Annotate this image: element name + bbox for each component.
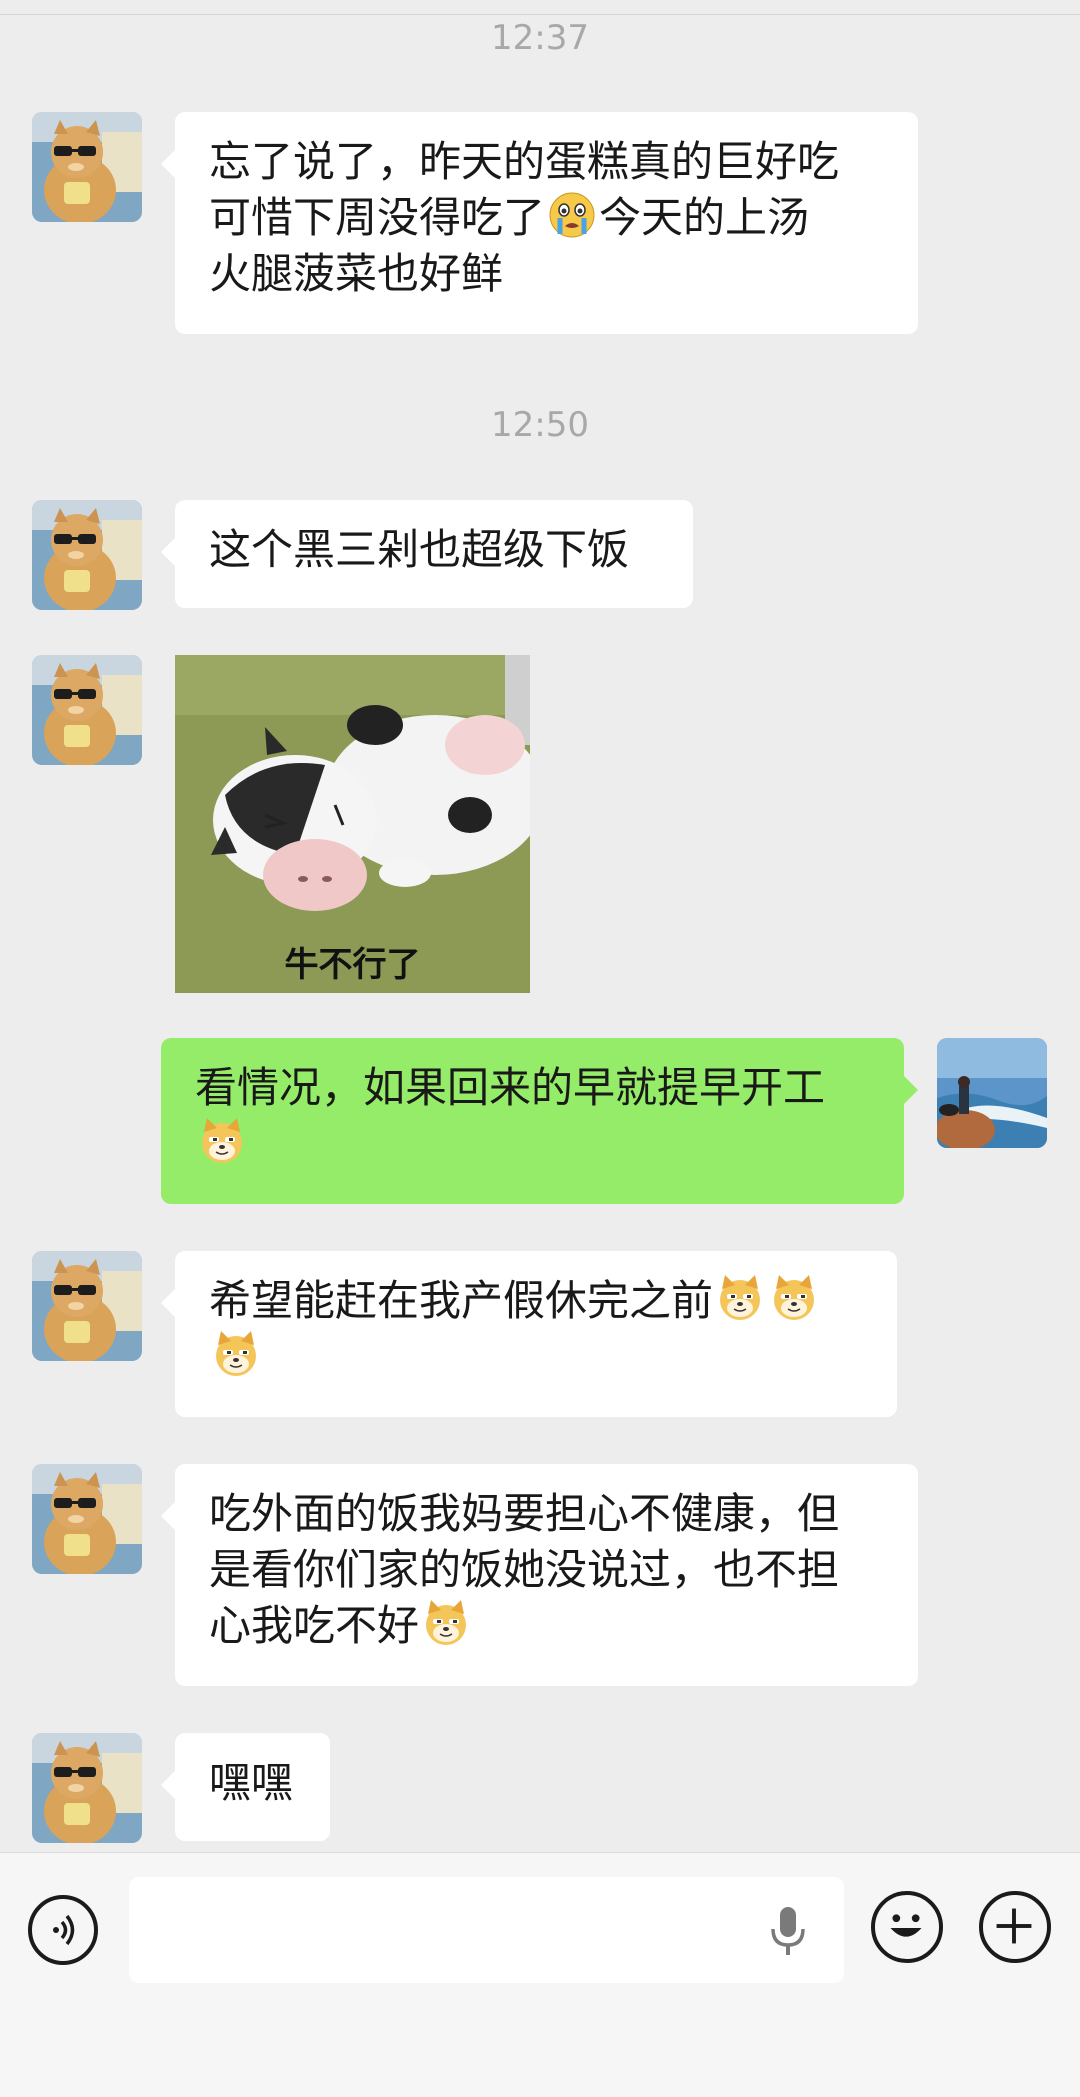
message-bubble[interactable]: 嘿嘿 bbox=[161, 1733, 330, 1841]
contact-avatar[interactable] bbox=[32, 1251, 142, 1361]
message-text: 吃外面的饭我妈要担心不健康，但 bbox=[209, 1489, 840, 1538]
message-bubble[interactable]: 这个黑三剁也超级下饭 bbox=[161, 500, 693, 608]
message-input[interactable] bbox=[129, 1877, 844, 1983]
sticker-caption: 牛不行了 bbox=[284, 945, 421, 985]
message-text: 是看你们家的饭她没说过，也不担 bbox=[209, 1545, 840, 1594]
message-text: 忘了说了，昨天的蛋糕真的巨好吃 bbox=[209, 137, 840, 186]
message-text: 这个黑三剁也超级下饭 bbox=[209, 525, 630, 574]
message-text: 嘿嘿 bbox=[209, 1758, 294, 1807]
contact-avatar[interactable] bbox=[32, 1733, 142, 1843]
doge-emoji-icon bbox=[421, 1598, 471, 1648]
timestamp: 12:50 bbox=[491, 405, 589, 445]
doge-emoji-icon bbox=[211, 1329, 261, 1379]
message-text: 看情况，如果回来的早就提早开工 bbox=[195, 1063, 826, 1112]
doge-emoji-icon bbox=[715, 1273, 765, 1323]
contact-avatar[interactable] bbox=[32, 500, 142, 610]
message-text: 火腿菠菜也好鲜 bbox=[209, 249, 504, 298]
top-divider bbox=[0, 0, 1080, 15]
voice-icon[interactable] bbox=[28, 1895, 98, 1965]
timestamp: 12:37 bbox=[491, 18, 589, 58]
doge-emoji-icon bbox=[197, 1116, 247, 1166]
input-bar bbox=[0, 1852, 1080, 2097]
doge-emoji-icon bbox=[769, 1273, 819, 1323]
message-bubble[interactable]: 吃外面的饭我妈要担心不健康，但 是看你们家的饭她没说过，也不担 心我吃不好 bbox=[161, 1464, 918, 1686]
message-bubble[interactable]: 忘了说了，昨天的蛋糕真的巨好吃 可惜下周没得吃了 今天的上汤 火腿菠菜也好鲜 bbox=[161, 112, 918, 334]
contact-avatar[interactable] bbox=[32, 655, 142, 765]
smiley-icon[interactable] bbox=[871, 1891, 943, 1963]
sent-message-bubble[interactable]: 看情况，如果回来的早就提早开工 bbox=[161, 1038, 918, 1204]
contact-avatar[interactable] bbox=[32, 112, 142, 222]
my-avatar[interactable] bbox=[937, 1038, 1047, 1148]
crying-emoji-icon bbox=[547, 190, 597, 240]
cow-sticker-image[interactable]: 牛不行了 bbox=[175, 655, 530, 993]
mic-icon[interactable] bbox=[768, 1905, 808, 1957]
message-text: 希望能赶在我产假休完之前 bbox=[209, 1276, 714, 1325]
message-text: 心我吃不好 bbox=[209, 1601, 420, 1650]
home-indicator-area bbox=[0, 2053, 1080, 2097]
message-bubble[interactable]: 希望能赶在我产假休完之前 bbox=[161, 1251, 897, 1417]
message-text: 今天的上汤 bbox=[599, 193, 810, 242]
message-text: 可惜下周没得吃了 bbox=[209, 193, 546, 242]
contact-avatar[interactable] bbox=[32, 1464, 142, 1574]
plus-icon[interactable] bbox=[979, 1891, 1051, 1963]
